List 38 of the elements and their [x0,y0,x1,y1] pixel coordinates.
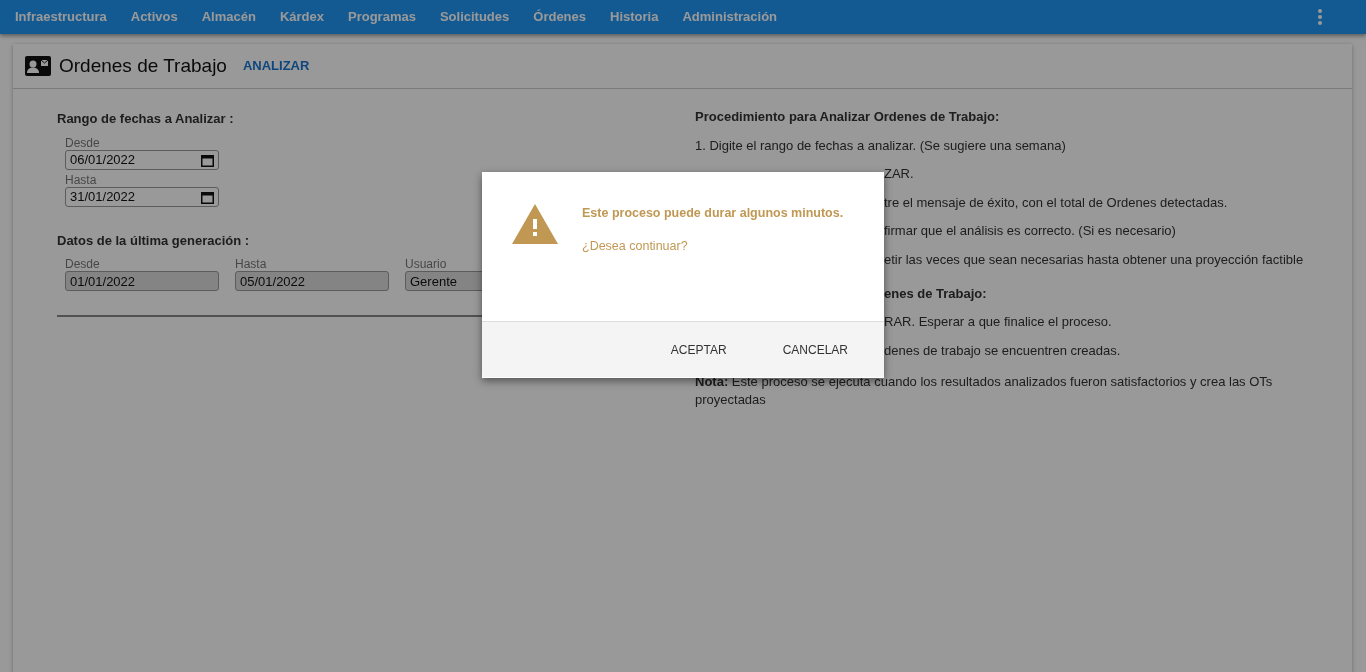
id-card-icon [25,56,51,76]
instruction-text: etir las veces que sean necesarias hasta obtener una proyección factible [884,251,1304,268]
more-options-icon[interactable] [1317,8,1323,26]
nav-link[interactable]: Administración [672,0,788,34]
calendar-icon[interactable] [201,153,214,167]
cancel-button[interactable]: CANCELAR [766,332,864,367]
nav-link[interactable]: Activos [120,0,188,34]
date-field[interactable]: 06/01/2022 [65,149,219,170]
nav-link[interactable]: Solicitudes [429,0,520,34]
section-heading: enes de Trabajo: [884,285,988,302]
field-label: Desde [65,136,101,150]
section-heading: Procedimiento para Analizar Ordenes de Trabajo: [695,109,1001,125]
instruction-text: denes de trabajo se encuentren creadas. [884,342,1122,359]
date-field[interactable]: 31/01/2022 [65,186,219,207]
field-label: Desde [65,258,101,271]
calendar-icon[interactable] [201,190,214,204]
nav-link[interactable]: Órdenes [523,0,597,34]
page-title: Ordenes de Trabajo [59,53,227,78]
warning-icon [512,204,558,244]
field-label: Hasta [65,173,98,187]
field-label: Hasta [235,258,268,271]
nav-link[interactable]: Historia [600,0,669,34]
field-label: Usuario [405,258,448,271]
nav-link[interactable]: Programas [338,0,426,34]
section-heading: Datos de la última generación : [57,231,250,250]
instruction-text: tre el mensaje de éxito, con el total de Ordenes detectadas. [884,194,1229,211]
instruction-text: RAR. Esperar a que finalice el proceso. [884,314,1113,330]
accept-button[interactable]: ACEPTAR [654,332,743,367]
instruction-text: firmar que el análisis es correcto. (Si es necesario) [884,223,1177,239]
instruction-text: ZAR. [884,166,915,182]
section-heading: Rango de fechas a Analizar : [57,110,234,128]
instruction-text: 1. Digite el rango de fechas a analizar. (Se sugiere una semana) [695,137,1067,154]
nav-link[interactable]: Kárdex [269,0,334,34]
nav-link[interactable]: Infraestructura [5,0,117,34]
dialog-question: ¿Desea continuar? [582,237,689,255]
dialog-message: Este proceso puede durar algunos minutos. [582,205,844,222]
nav-link[interactable]: Almacén [191,0,266,34]
analyze-link[interactable]: ANALIZAR [242,56,310,76]
